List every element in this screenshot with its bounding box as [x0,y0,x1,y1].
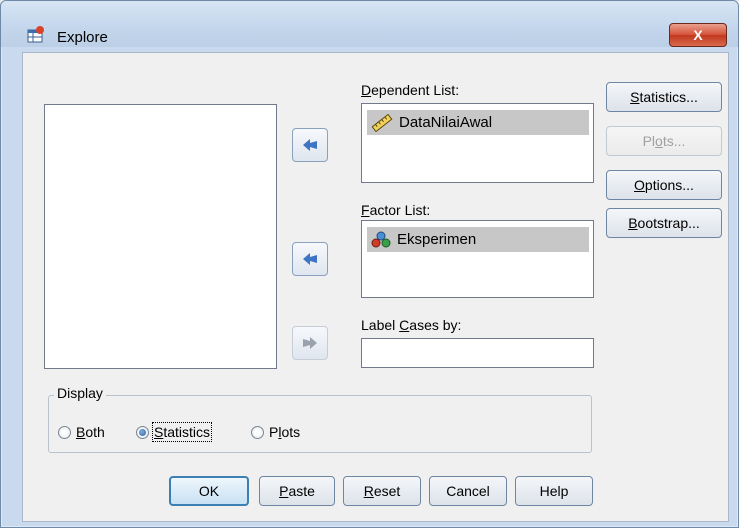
close-icon: X [693,27,703,43]
list-item[interactable]: Eksperimen [367,227,589,252]
options-button[interactable]: Options... [606,170,722,200]
display-both-radio[interactable]: Both [58,424,105,440]
bootstrap-button[interactable]: Bootstrap... [606,208,722,238]
help-button[interactable]: Help [515,476,593,506]
display-statistics-radio[interactable]: Statistics [136,422,213,442]
display-plots-radio[interactable]: Pl ots [251,424,300,440]
display-group-title: Display [54,385,106,401]
paste-button[interactable]: Paste [259,476,335,506]
arrow-left-icon [303,139,317,151]
ruler-scale-icon [371,113,393,132]
arrow-left-icon [303,253,317,265]
factor-list[interactable]: Eksperimen [361,220,594,298]
move-to-label-cases-button[interactable] [292,326,328,360]
move-to-factor-button[interactable] [292,242,328,276]
ok-button[interactable]: OK [169,476,249,506]
list-item[interactable]: DataNilaiAwal [367,110,589,135]
title-bar[interactable]: Explore [1,1,738,47]
label-cases-label: Label Cases by: [361,317,462,333]
radio-icon [251,425,264,439]
dependent-list-label: Dependent List: [361,82,460,98]
display-group [48,395,592,453]
nominal-variable-icon [371,231,391,247]
spss-app-icon [27,26,44,43]
close-button[interactable]: X [669,23,727,47]
radio-checked-icon [136,425,149,439]
move-to-dependent-button[interactable] [292,128,328,162]
factor-list-label: Factor List: [361,202,431,218]
source-variable-list[interactable] [44,104,277,369]
dependent-list[interactable]: DataNilaiAwal [361,103,594,183]
label-cases-field[interactable] [361,338,594,368]
plots-button[interactable]: Pl o ts... [606,126,722,156]
radio-icon [58,425,71,439]
window-title: Explore [57,29,108,46]
cancel-button[interactable]: Cancel [429,476,507,506]
reset-button[interactable]: Reset [343,476,421,506]
statistics-button[interactable]: Statistics... [606,82,722,112]
arrow-right-icon [303,337,317,349]
